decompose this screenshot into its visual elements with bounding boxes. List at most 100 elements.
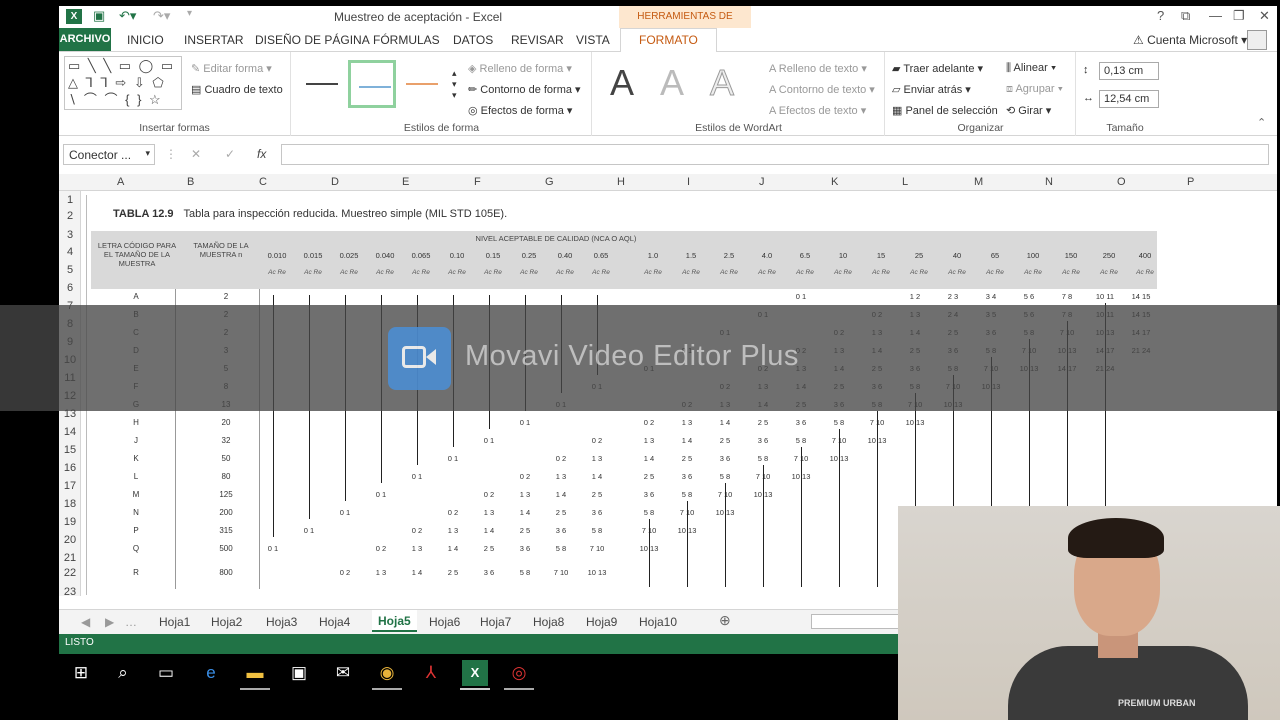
column-header[interactable]: I bbox=[687, 176, 690, 188]
row-header[interactable]: 22 bbox=[59, 567, 81, 579]
account-menu[interactable]: ⚠ Cuenta Microsoft ▾ bbox=[1133, 33, 1247, 47]
prev-sheet-icon[interactable]: ◀ bbox=[81, 615, 90, 629]
text-box-button[interactable]: ▤ Cuadro de texto bbox=[191, 83, 283, 96]
text-effects-button[interactable]: A Efectos de texto ▾ bbox=[769, 104, 866, 117]
row-header[interactable]: 3 bbox=[59, 229, 81, 241]
row-header[interactable]: 6 bbox=[59, 282, 81, 294]
selection-pane-button[interactable]: ▦ Panel de selección bbox=[892, 104, 998, 117]
shape-height-input[interactable]: 0,13 cm bbox=[1099, 62, 1159, 80]
row-header[interactable]: 17 bbox=[59, 480, 81, 492]
customize-qat-icon[interactable]: ▾ bbox=[187, 8, 192, 19]
collapse-ribbon-icon[interactable]: ⌃ bbox=[1257, 116, 1266, 129]
sheet-tab[interactable]: Hoja10 bbox=[639, 615, 677, 629]
shape-style-3[interactable] bbox=[398, 60, 446, 108]
windows-start-icon[interactable]: ⊞ bbox=[68, 660, 94, 686]
sheet-tab[interactable]: Hoja9 bbox=[586, 615, 617, 629]
sheet-tab[interactable]: Hoja6 bbox=[429, 615, 460, 629]
excel-taskbar-icon[interactable]: X bbox=[462, 660, 488, 686]
wordart-style-3[interactable]: A bbox=[699, 58, 745, 108]
row-header[interactable]: 20 bbox=[59, 534, 81, 546]
horizontal-scrollbar[interactable] bbox=[811, 614, 901, 629]
cancel-icon[interactable]: ✕ bbox=[191, 147, 201, 161]
column-header[interactable]: B bbox=[187, 176, 194, 188]
new-sheet-icon[interactable]: ⊕ bbox=[719, 612, 731, 629]
name-box-dropdown-icon[interactable]: ▾ bbox=[145, 148, 150, 159]
sheet-tab[interactable]: Hoja2 bbox=[211, 615, 242, 629]
wordart-style-2[interactable]: A bbox=[649, 58, 695, 108]
undo-icon[interactable]: ↶▾ bbox=[119, 8, 136, 24]
column-header[interactable]: J bbox=[759, 176, 765, 188]
avatar[interactable] bbox=[1247, 30, 1267, 50]
send-backward-button[interactable]: ▱ Enviar atrás ▾ bbox=[892, 83, 971, 96]
column-header[interactable]: O bbox=[1117, 176, 1126, 188]
column-header[interactable]: N bbox=[1045, 176, 1053, 188]
row-header[interactable]: 1 bbox=[59, 194, 81, 206]
search-icon[interactable]: ⌕ bbox=[110, 660, 136, 686]
column-header[interactable]: K bbox=[831, 176, 838, 188]
task-view-icon[interactable]: ▭ bbox=[153, 660, 179, 686]
rotate-button[interactable]: ⟲ Girar ▾ bbox=[1006, 104, 1051, 117]
ribbon-display-icon[interactable]: ⧉ bbox=[1181, 8, 1190, 24]
tab-format[interactable]: FORMATO bbox=[620, 28, 717, 52]
chrome-icon[interactable]: ◉ bbox=[374, 660, 400, 686]
group-button[interactable]: ⧈ Agrupar ▾ bbox=[1006, 83, 1063, 96]
tab-view[interactable]: VISTA bbox=[576, 33, 610, 47]
row-header[interactable]: 5 bbox=[59, 264, 81, 276]
file-explorer-icon[interactable]: ▬ bbox=[242, 660, 268, 686]
restore-icon[interactable]: ❐ bbox=[1233, 8, 1245, 24]
column-header[interactable]: L bbox=[902, 176, 908, 188]
tab-data[interactable]: DATOS bbox=[453, 33, 493, 47]
column-header[interactable]: P bbox=[1187, 176, 1194, 188]
shapes-gallery[interactable]: ▭ ╲ ╲ ▭ ◯ ▭ △ ⅂ ⅂ ⇨ ⇩ ⬠ ∖ ⌒ ⌒ { } ☆ bbox=[64, 56, 182, 110]
sheet-tab[interactable]: Hoja3 bbox=[266, 615, 297, 629]
align-button[interactable]: ⫼ Alinear ▾ bbox=[1006, 62, 1056, 75]
column-header[interactable]: M bbox=[974, 176, 983, 188]
insert-function-icon[interactable]: fx bbox=[257, 147, 266, 161]
tab-review[interactable]: REVISAR bbox=[511, 33, 564, 47]
next-sheet-icon[interactable]: ▶ bbox=[105, 615, 114, 629]
row-header[interactable]: 4 bbox=[59, 246, 81, 258]
more-sheets-icon[interactable]: … bbox=[125, 615, 137, 629]
column-header[interactable]: D bbox=[331, 176, 339, 188]
enter-icon[interactable]: ✓ bbox=[225, 147, 235, 161]
column-header[interactable]: F bbox=[474, 176, 481, 188]
shape-fill-button[interactable]: ◈ Relleno de forma ▾ bbox=[468, 62, 572, 75]
sheet-tab[interactable]: Hoja5 bbox=[372, 610, 417, 632]
shape-width-input[interactable]: 12,54 cm bbox=[1099, 90, 1159, 108]
tab-file[interactable]: ARCHIVO bbox=[59, 28, 111, 51]
sheet-tab[interactable]: Hoja8 bbox=[533, 615, 564, 629]
shape-style-2[interactable] bbox=[348, 60, 396, 108]
mail-icon[interactable]: ✉ bbox=[330, 660, 356, 686]
tab-page-layout[interactable]: DISEÑO DE PÁGINA bbox=[255, 33, 370, 47]
column-header[interactable]: A bbox=[117, 176, 124, 188]
row-header[interactable]: 16 bbox=[59, 462, 81, 474]
name-box[interactable]: Conector ... ▾ bbox=[63, 144, 155, 165]
help-icon[interactable]: ? bbox=[1157, 8, 1164, 23]
formula-input[interactable] bbox=[281, 144, 1269, 165]
column-header[interactable]: E bbox=[402, 176, 409, 188]
sheet-tab[interactable]: Hoja4 bbox=[319, 615, 350, 629]
row-header[interactable]: 23 bbox=[59, 586, 81, 598]
column-header[interactable]: H bbox=[617, 176, 625, 188]
column-header[interactable]: C bbox=[259, 176, 267, 188]
row-header[interactable]: 21 bbox=[59, 552, 81, 564]
shape-outline-button[interactable]: ✏ Contorno de forma ▾ bbox=[468, 83, 581, 96]
edge-icon[interactable]: e bbox=[198, 660, 224, 686]
close-icon[interactable]: ✕ bbox=[1259, 8, 1270, 24]
save-icon[interactable]: ▣ bbox=[93, 8, 105, 24]
shape-style-1[interactable] bbox=[298, 60, 346, 108]
store-icon[interactable]: ▣ bbox=[286, 660, 312, 686]
tab-formulas[interactable]: FÓRMULAS bbox=[373, 33, 440, 47]
text-fill-button[interactable]: A Relleno de texto ▾ bbox=[769, 62, 867, 75]
bring-forward-button[interactable]: ▰ Traer adelante ▾ bbox=[892, 62, 983, 75]
row-header[interactable]: 19 bbox=[59, 516, 81, 528]
column-header[interactable]: G bbox=[545, 176, 554, 188]
acrobat-icon[interactable]: ⅄ bbox=[418, 660, 444, 686]
tab-insert[interactable]: INSERTAR bbox=[184, 33, 244, 47]
row-header[interactable]: 14 bbox=[59, 426, 81, 438]
shape-effects-button[interactable]: ◎ Efectos de forma ▾ bbox=[468, 104, 572, 117]
edit-shape-button[interactable]: ✎ Editar forma ▾ bbox=[191, 62, 272, 75]
recorder-icon[interactable]: ◎ bbox=[506, 660, 532, 686]
tab-home[interactable]: INICIO bbox=[127, 33, 164, 47]
wordart-style-1[interactable]: A bbox=[599, 58, 645, 108]
